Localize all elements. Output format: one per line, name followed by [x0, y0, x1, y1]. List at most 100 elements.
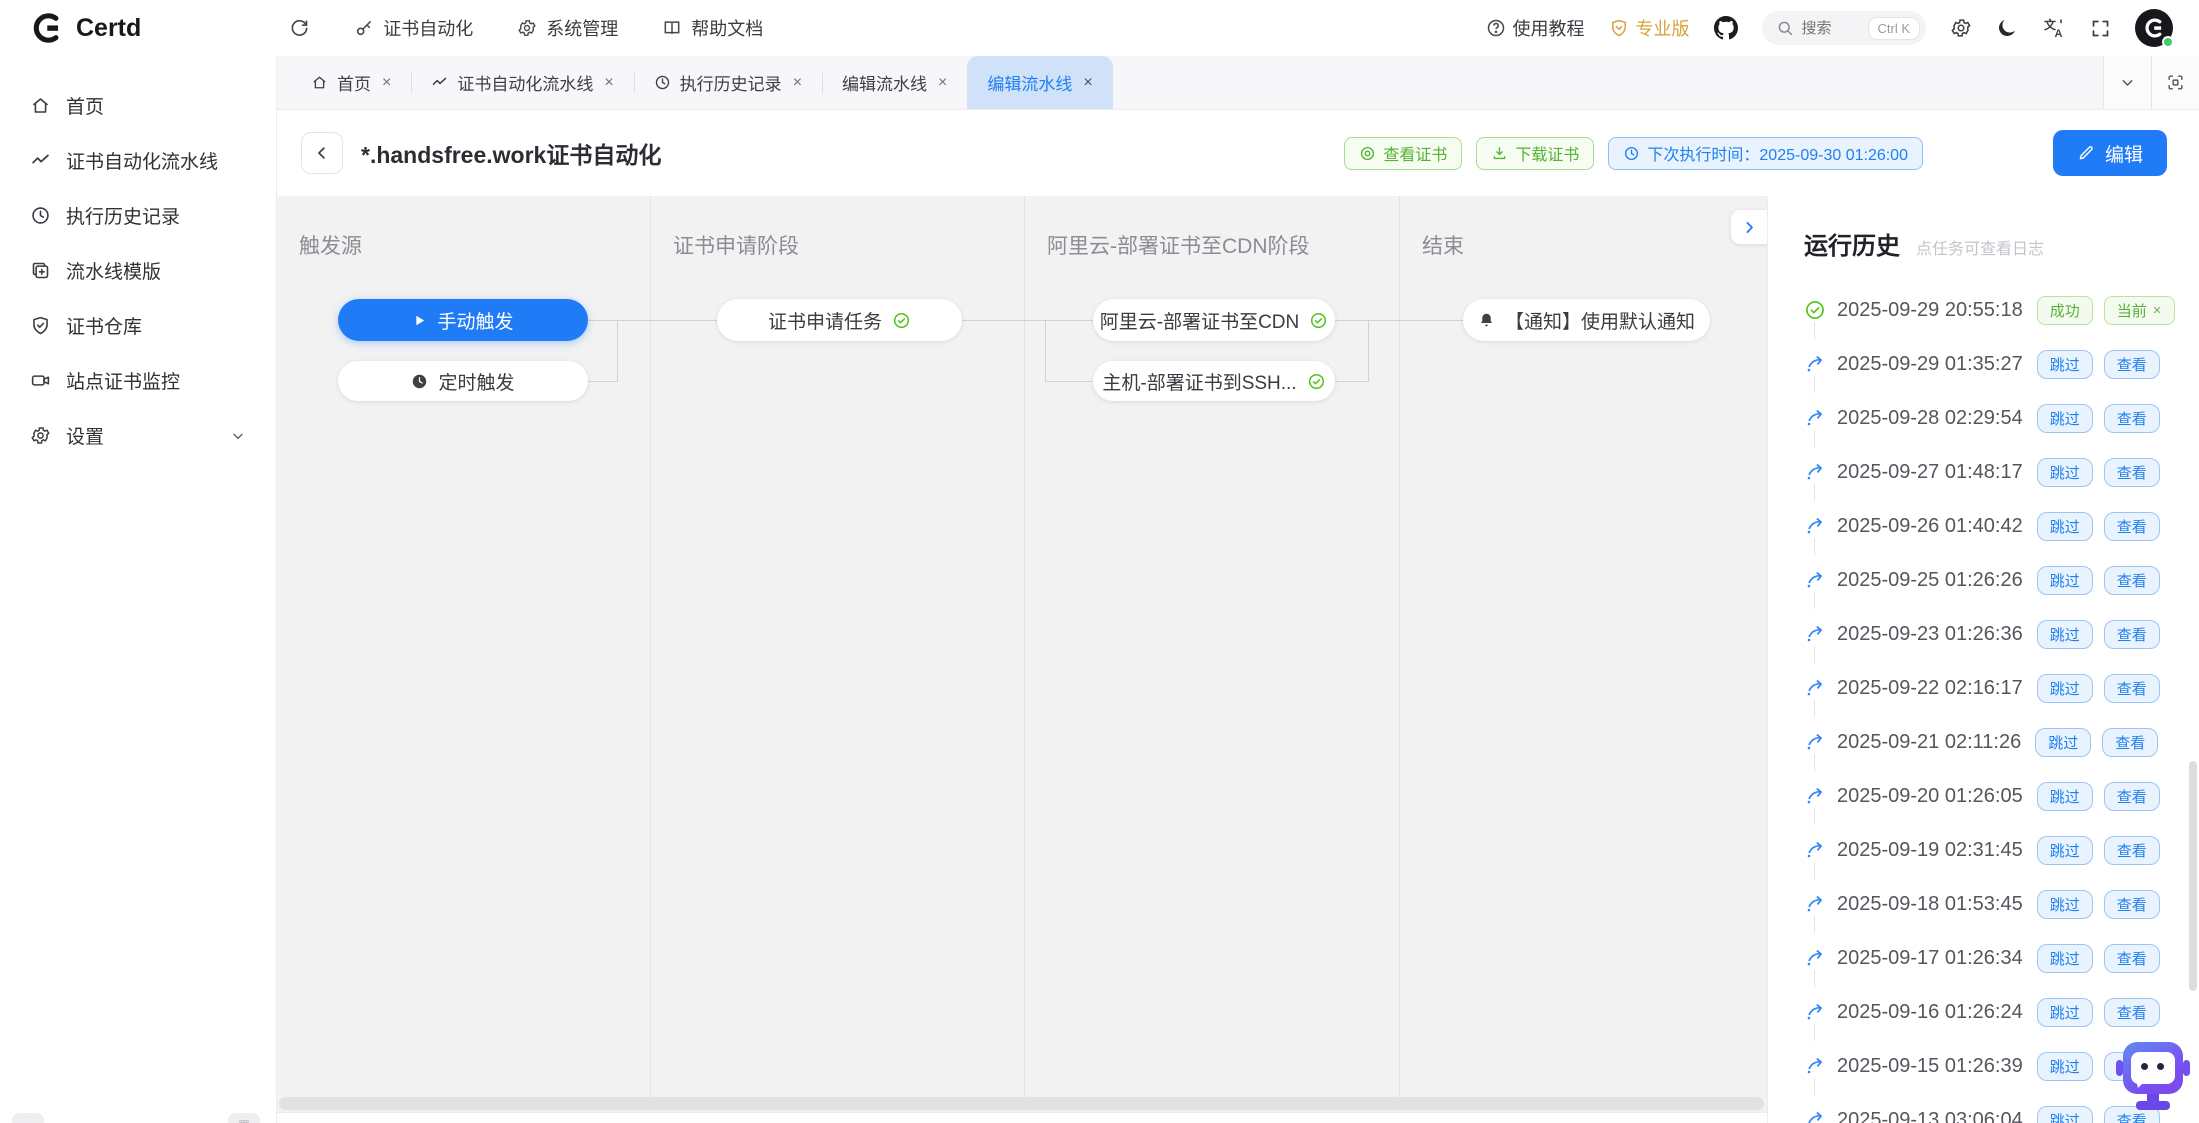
tutorial-link[interactable]: 使用教程	[1486, 15, 1585, 41]
view-log-button[interactable]: 查看	[2104, 404, 2160, 433]
connector-line	[1335, 320, 1463, 321]
collapse-history-panel-button[interactable]	[1731, 210, 1767, 244]
view-log-button[interactable]: 查看	[2102, 728, 2158, 757]
fullscreen-icon[interactable]	[2090, 18, 2111, 39]
horizontal-scrollbar[interactable]	[279, 1097, 1764, 1110]
menu-item-cert-automation[interactable]: 证书自动化	[354, 15, 473, 41]
sidebar-item-home[interactable]: 首页	[0, 78, 276, 133]
sidebar-footer-button[interactable]	[12, 1113, 44, 1123]
run-history-item[interactable]: 2025-09-17 01:26:34 成功 当前× 跳过 查看	[1804, 931, 2199, 985]
view-log-button[interactable]: 查看	[2104, 566, 2160, 595]
pipeline-canvas[interactable]: 触发源 证书申请阶段 阿里云-部署证书至CDN阶段 结束 手动触发	[277, 196, 1767, 1123]
content-fullscreen-button[interactable]	[2151, 56, 2199, 109]
sidebar-item-cert-repository[interactable]: 证书仓库	[0, 298, 276, 353]
language-translate-icon[interactable]: 文A	[2042, 16, 2066, 40]
tab-edit-pipeline[interactable]: 编辑流水线 ×	[822, 56, 967, 109]
tab-list-dropdown-button[interactable]	[2103, 56, 2151, 109]
run-history-item[interactable]: 2025-09-23 01:26:36 成功 当前× 跳过 查看	[1804, 607, 2199, 661]
download-cert-button[interactable]: 下载证书	[1476, 137, 1594, 170]
settings-gear-icon[interactable]	[1950, 17, 1972, 39]
run-history-panel: 运行历史 点任务可查看日志 2025-09-29 20:55:18 成功 当前×…	[1767, 196, 2199, 1123]
open-tabs: 首页 × 证书自动化流水线 × 执行历史记录 × 编辑流水线 ×	[277, 56, 2103, 109]
close-icon[interactable]: ×	[382, 74, 391, 92]
skip-arrow-icon	[1804, 893, 1826, 915]
node-deploy-ssh[interactable]: 主机-部署证书到SSH...	[1093, 361, 1335, 401]
node-timer-trigger[interactable]: 定时触发	[338, 361, 588, 401]
view-log-button[interactable]: 查看	[2104, 998, 2160, 1027]
sidebar-item-run-history[interactable]: 执行历史记录	[0, 188, 276, 243]
refresh-button[interactable]	[289, 18, 310, 39]
search-input[interactable]	[1802, 20, 1860, 37]
view-log-button[interactable]: 查看	[2104, 836, 2160, 865]
close-icon[interactable]: ×	[938, 74, 947, 92]
connector-line	[1045, 320, 1046, 382]
run-history-item[interactable]: 2025-09-22 02:16:17 成功 当前× 跳过 查看	[1804, 661, 2199, 715]
node-manual-trigger[interactable]: 手动触发	[338, 299, 588, 341]
run-history-item[interactable]: 2025-09-16 01:26:24 成功 当前× 跳过 查看	[1804, 985, 2199, 1039]
dark-mode-moon-icon[interactable]	[1996, 17, 2018, 39]
view-log-button[interactable]: 查看	[2104, 620, 2160, 649]
skip-arrow-icon	[1804, 1001, 1826, 1023]
view-log-button[interactable]: 查看	[2104, 782, 2160, 811]
close-icon[interactable]: ×	[2153, 302, 2162, 319]
sidebar-item-pipeline-templates[interactable]: 流水线模版	[0, 243, 276, 298]
current-run-badge[interactable]: 当前×	[2104, 296, 2175, 325]
sidebar-collapse-button[interactable]: ▦	[228, 1113, 260, 1123]
run-history-item[interactable]: 2025-09-20 01:26:05 成功 当前× 跳过 查看	[1804, 769, 2199, 823]
stage-title: 阿里云-部署证书至CDN阶段	[1047, 230, 1310, 260]
shield-check-icon	[30, 315, 51, 336]
chat-assistant-robot-icon[interactable]	[2116, 1040, 2190, 1116]
connector-line	[588, 320, 717, 321]
tab-tools	[2103, 56, 2199, 109]
close-icon[interactable]: ×	[604, 74, 613, 92]
view-log-button[interactable]: 查看	[2104, 890, 2160, 919]
vertical-scrollbar[interactable]	[2189, 761, 2197, 991]
run-history-item[interactable]: 2025-09-28 02:29:54 成功 当前× 跳过 查看	[1804, 391, 2199, 445]
menu-item-system-admin[interactable]: 系统管理	[517, 15, 618, 41]
user-avatar[interactable]	[2135, 9, 2173, 47]
run-history-item[interactable]: 2025-09-27 01:48:17 成功 当前× 跳过 查看	[1804, 445, 2199, 499]
skip-arrow-icon	[1804, 947, 1826, 969]
gear-icon	[517, 18, 537, 38]
tab-run-history[interactable]: 执行历史记录 ×	[634, 56, 822, 109]
sidebar-item-site-cert-monitor[interactable]: 站点证书监控	[0, 353, 276, 408]
sidebar-item-settings[interactable]: 设置	[0, 408, 276, 463]
view-cert-button[interactable]: 查看证书	[1344, 137, 1462, 170]
pro-version-badge[interactable]: 专业版	[1609, 15, 1690, 41]
page-title: *.handsfree.work证书自动化	[361, 136, 661, 170]
node-notification[interactable]: 【通知】使用默认通知	[1463, 299, 1710, 341]
clock-icon	[411, 373, 428, 390]
tab-cert-pipelines[interactable]: 证书自动化流水线 ×	[411, 56, 633, 109]
edit-button[interactable]: 编辑	[2053, 130, 2167, 176]
node-cert-request-task[interactable]: 证书申请任务	[717, 299, 962, 341]
view-log-button[interactable]: 查看	[2104, 944, 2160, 973]
run-history-item[interactable]: 2025-09-18 01:53:45 成功 当前× 跳过 查看	[1804, 877, 2199, 931]
tab-edit-pipeline-active[interactable]: 编辑流水线 ×	[967, 56, 1112, 109]
view-log-button[interactable]: 查看	[2104, 512, 2160, 541]
run-history-item[interactable]: 2025-09-29 01:35:27 成功 当前× 跳过 查看	[1804, 337, 2199, 391]
skip-arrow-icon	[1804, 785, 1826, 807]
run-history-item[interactable]: 2025-09-25 01:26:26 成功 当前× 跳过 查看	[1804, 553, 2199, 607]
close-icon[interactable]: ×	[793, 74, 802, 92]
sidebar-item-cert-pipelines[interactable]: 证书自动化流水线	[0, 133, 276, 188]
skip-arrow-icon	[1804, 353, 1826, 375]
status-badge-skip: 跳过	[2037, 944, 2093, 973]
node-deploy-cdn[interactable]: 阿里云-部署证书至CDN	[1093, 299, 1335, 341]
run-history-item[interactable]: 2025-09-29 20:55:18 成功 当前× 跳过 查看	[1804, 283, 2199, 337]
close-icon[interactable]: ×	[1083, 74, 1092, 92]
view-cert-icon	[1359, 145, 1376, 162]
back-button[interactable]	[301, 132, 343, 174]
view-log-button[interactable]: 查看	[2104, 350, 2160, 379]
run-history-item[interactable]: 2025-09-19 02:31:45 成功 当前× 跳过 查看	[1804, 823, 2199, 877]
run-history-item[interactable]: 2025-09-21 02:11:26 成功 当前× 跳过 查看	[1804, 715, 2199, 769]
menu-item-help-docs[interactable]: 帮助文档	[662, 15, 763, 41]
search-box[interactable]: Ctrl K	[1762, 11, 1927, 45]
status-badge-skip: 跳过	[2037, 998, 2093, 1027]
navbar-right: 使用教程 专业版 Ctrl K 文A	[1486, 9, 2174, 47]
view-log-button[interactable]: 查看	[2104, 674, 2160, 703]
view-log-button[interactable]: 查看	[2104, 458, 2160, 487]
github-icon[interactable]	[1714, 16, 1738, 40]
brand-logo[interactable]: Certd	[30, 11, 141, 45]
run-history-item[interactable]: 2025-09-26 01:40:42 成功 当前× 跳过 查看	[1804, 499, 2199, 553]
tab-home[interactable]: 首页 ×	[291, 56, 411, 109]
